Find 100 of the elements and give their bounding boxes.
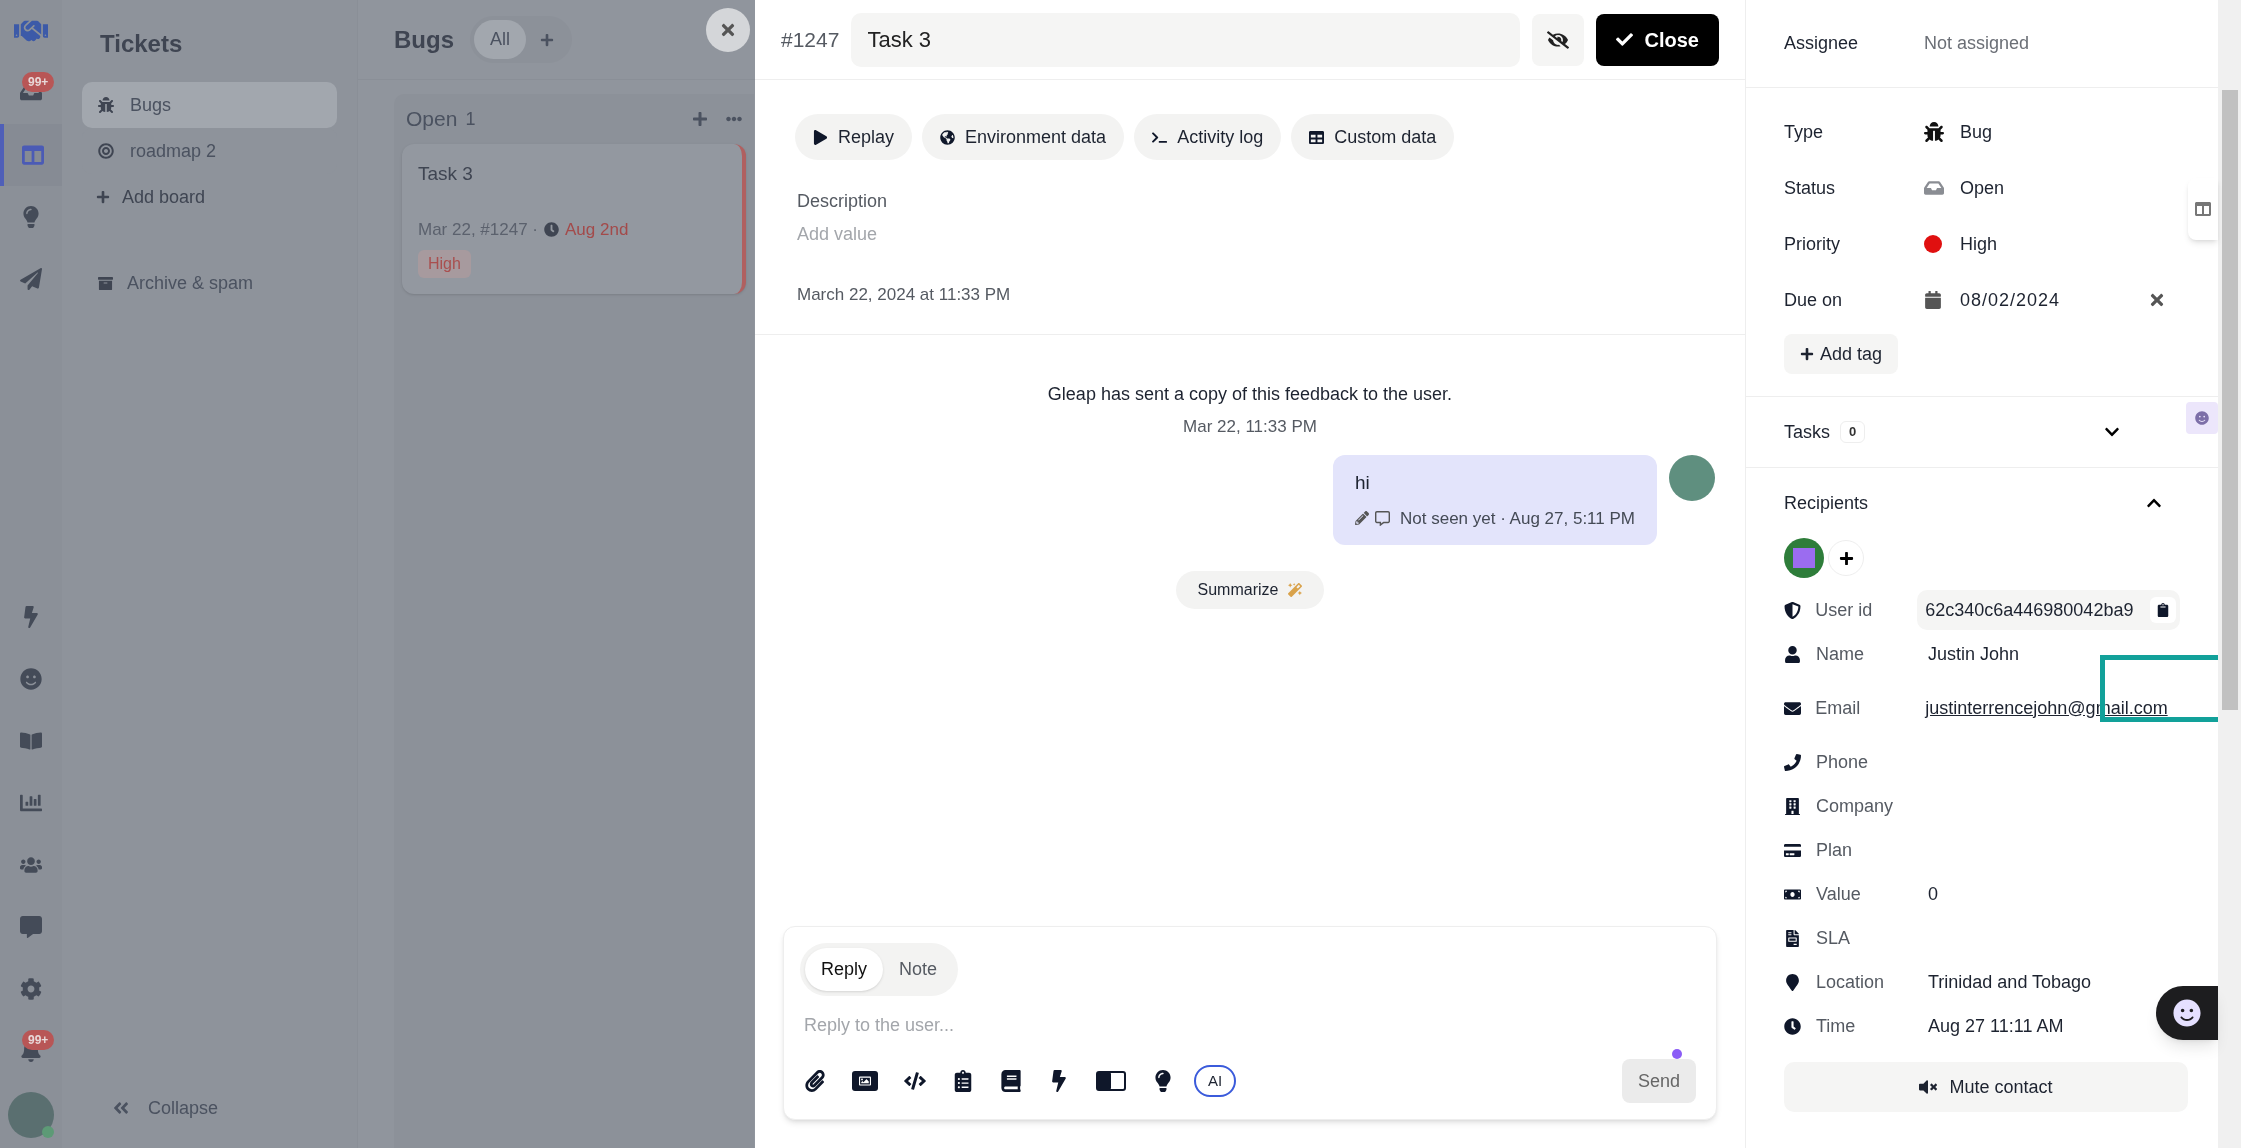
card-meta: Mar 22, #1247 · <box>418 218 538 241</box>
users-icon <box>20 854 42 876</box>
description-field[interactable]: Add value <box>797 221 1197 248</box>
double-chevron-icon <box>112 1099 130 1117</box>
smiley-chat-icon <box>20 668 42 690</box>
clipboard-list-icon[interactable] <box>952 1070 974 1092</box>
composer-tab[interactable]: Note <box>883 948 954 991</box>
check-icon <box>1615 31 1633 48</box>
lightbulb-icon[interactable] <box>1152 1070 1174 1092</box>
plus-icon[interactable] <box>692 111 708 127</box>
plus-icon <box>1800 347 1814 361</box>
inbox-icon <box>1924 178 1944 198</box>
description-label: Description <box>796 190 889 213</box>
contact-label: Value <box>1816 882 1862 906</box>
column-title: Open <box>406 106 458 133</box>
add-tag-button[interactable]: Add tag <box>1784 334 1899 374</box>
comment-icon <box>1375 510 1390 526</box>
contact-value: 0 <box>1928 882 1938 906</box>
recipients-header[interactable]: Recipients <box>1746 468 2218 538</box>
field-value[interactable]: Bug <box>1960 118 1993 146</box>
clock-icon <box>544 221 559 237</box>
play-icon <box>813 129 828 145</box>
field-label: Type <box>1784 120 1825 144</box>
contact-value: Trinidad and Tobago <box>1928 970 2092 994</box>
data-tab-button[interactable]: Custom data <box>1291 114 1455 160</box>
data-tab-button[interactable]: Activity log <box>1134 114 1282 160</box>
title-field[interactable]: Task 3 <box>851 12 1520 67</box>
count-badge: 0 <box>1840 421 1866 443</box>
system-note: Gleap has sent a copy of this feedback to the user. <box>1046 382 1454 406</box>
due-date: Aug 2nd <box>565 218 629 241</box>
contact-label: Time <box>1816 1014 1857 1038</box>
message-status: Not seen yet · Aug 27, 5:11 PM <box>1400 507 1635 530</box>
assignee-value[interactable]: Not assigned <box>1924 30 2030 57</box>
mute-contact-button[interactable]: Mute contact <box>1784 1062 2188 1112</box>
data-tab-button[interactable]: Replay <box>795 114 913 160</box>
section-title: Tickets <box>100 29 184 59</box>
chat-launcher[interactable] <box>2156 986 2218 1040</box>
data-tab-button[interactable]: Environment data <box>922 114 1125 160</box>
paperclip-icon[interactable] <box>804 1070 826 1092</box>
user-icon <box>1784 645 1801 663</box>
target-icon <box>98 143 114 159</box>
lightbulb-icon <box>20 206 42 228</box>
tasks-header[interactable]: Tasks 0 <box>1746 397 2176 467</box>
pencil-icon <box>1355 511 1369 526</box>
summarize-button[interactable]: Summarize <box>1175 571 1325 609</box>
user-id-field[interactable]: 62c340c6a446980042ba9 <box>1917 590 2180 630</box>
contact-label: User id <box>1815 598 1874 622</box>
archive-icon <box>98 275 113 291</box>
book-icon[interactable] <box>1000 1070 1022 1092</box>
bug-icon <box>98 97 114 113</box>
credit-card-icon <box>1784 841 1801 859</box>
clear-icon[interactable] <box>2148 291 2166 309</box>
card-title: Task 3 <box>418 162 474 186</box>
column-count: 1 <box>465 107 476 131</box>
reply-field[interactable]: Reply to the user... <box>800 1012 1700 1039</box>
visibility-button[interactable] <box>1531 13 1584 66</box>
scrollbar[interactable] <box>2218 0 2241 1148</box>
agent-avatar <box>1669 455 1715 501</box>
close-ticket-button[interactable]: Close <box>1595 13 1719 66</box>
book-icon <box>20 730 42 752</box>
code-icon[interactable] <box>904 1070 926 1092</box>
copy-button[interactable] <box>2150 597 2176 623</box>
bar-chart-icon <box>20 792 42 814</box>
plus-icon <box>540 32 554 47</box>
field-label: Assignee <box>1784 32 1860 55</box>
document-icon <box>1784 929 1801 947</box>
note-time: Mar 22, 11:33 PM <box>1182 415 1318 438</box>
ticket-number: #1247 <box>781 26 840 53</box>
contact-value: Aug 27 11:11 AM <box>1928 1014 2064 1038</box>
count-badge: 99+ <box>22 72 55 92</box>
paper-plane-icon <box>20 268 42 290</box>
contact-label: Company <box>1816 794 1895 818</box>
table-icon <box>1309 129 1325 145</box>
field-value[interactable]: High <box>1960 230 1998 258</box>
composer-tab[interactable]: Reply <box>805 948 884 991</box>
comment-icon <box>20 916 42 938</box>
field-value[interactable]: 08/02/2024 <box>1960 286 2061 314</box>
contact-label: Name <box>1816 642 1865 666</box>
smiley-icon <box>2195 411 2209 425</box>
field-label: Priority <box>1784 232 1841 256</box>
ai-button[interactable]: AI <box>1194 1064 1237 1098</box>
calendar-icon <box>1924 291 1942 309</box>
plus-icon <box>1838 550 1854 566</box>
field-value[interactable]: Open <box>1960 174 2005 202</box>
field-label: Status <box>1784 176 1837 200</box>
close-icon <box>719 21 737 39</box>
recipient-avatar <box>1784 538 1824 578</box>
field-label: Due on <box>1784 288 1844 312</box>
priority-tag: High <box>418 250 471 278</box>
bot-tab[interactable] <box>2186 402 2218 434</box>
building-icon <box>1784 797 1801 815</box>
bot-face-icon <box>2173 999 2201 1027</box>
contact-value: Justin John <box>1928 642 2020 666</box>
envelope-icon <box>1784 699 1801 717</box>
phone-icon <box>1784 753 1801 771</box>
clipboard-icon <box>2156 603 2170 617</box>
board-title: Bugs <box>394 24 454 55</box>
side-tab[interactable] <box>2188 178 2218 240</box>
contact-label: Email <box>1815 696 1862 720</box>
layout-icon <box>2195 201 2211 217</box>
